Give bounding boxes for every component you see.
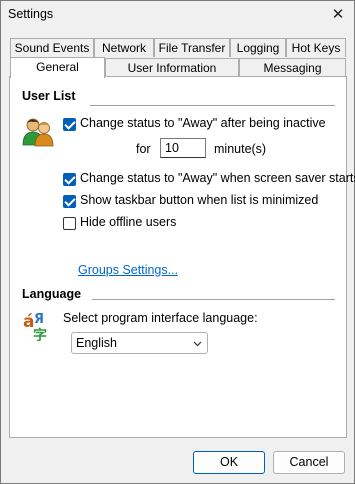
away-screensaver-label: Change status to "Away" when screen save…: [80, 171, 355, 185]
for-label: for: [136, 142, 151, 156]
tab-sound-events[interactable]: Sound Events: [10, 38, 94, 57]
language-prompt: Select program interface language:: [63, 311, 258, 325]
taskbar-button-label: Show taskbar button when list is minimiz…: [80, 193, 319, 207]
tab-logging[interactable]: Logging: [230, 38, 286, 57]
language-divider: [92, 299, 335, 300]
cancel-button[interactable]: Cancel: [273, 451, 345, 474]
close-icon[interactable]: ✕: [326, 4, 350, 26]
tab-file-transfer[interactable]: File Transfer: [154, 38, 230, 57]
user-list-heading: User List: [22, 89, 76, 103]
title-bar: Settings ✕: [1, 1, 354, 29]
tab-messaging[interactable]: Messaging: [239, 58, 346, 77]
chevron-down-icon: [193, 341, 202, 347]
tab-hot-keys[interactable]: Hot Keys: [286, 38, 346, 57]
language-select[interactable]: English: [71, 332, 208, 354]
groups-settings-link[interactable]: Groups Settings...: [78, 263, 178, 277]
tab-user-information[interactable]: User Information: [105, 58, 239, 77]
taskbar-button-checkbox[interactable]: [63, 195, 76, 208]
away-screensaver-checkbox[interactable]: [63, 173, 76, 186]
tab-network[interactable]: Network: [94, 38, 154, 57]
general-panel: User List Change status to "Away" after …: [9, 76, 355, 438]
language-heading: Language: [22, 287, 82, 301]
window-title: Settings: [8, 7, 54, 21]
away-inactive-checkbox[interactable]: [63, 118, 76, 131]
language-icon: á Я 字: [23, 312, 47, 341]
minutes-unit-label: minute(s): [214, 142, 267, 156]
settings-window: Settings ✕ Sound Events Network File Tra…: [0, 0, 355, 484]
users-icon: [22, 118, 54, 147]
user-list-divider: [90, 105, 335, 106]
language-selected-value: English: [76, 336, 117, 350]
ok-button[interactable]: OK: [193, 451, 265, 474]
hide-offline-checkbox[interactable]: [63, 217, 76, 230]
tab-general[interactable]: General: [10, 57, 105, 78]
svg-text:Я: Я: [34, 312, 44, 327]
svg-text:字: 字: [33, 327, 47, 341]
away-inactive-label: Change status to "Away" after being inac…: [80, 116, 326, 130]
hide-offline-label: Hide offline users: [80, 215, 177, 229]
inactive-minutes-input[interactable]: [160, 138, 206, 158]
